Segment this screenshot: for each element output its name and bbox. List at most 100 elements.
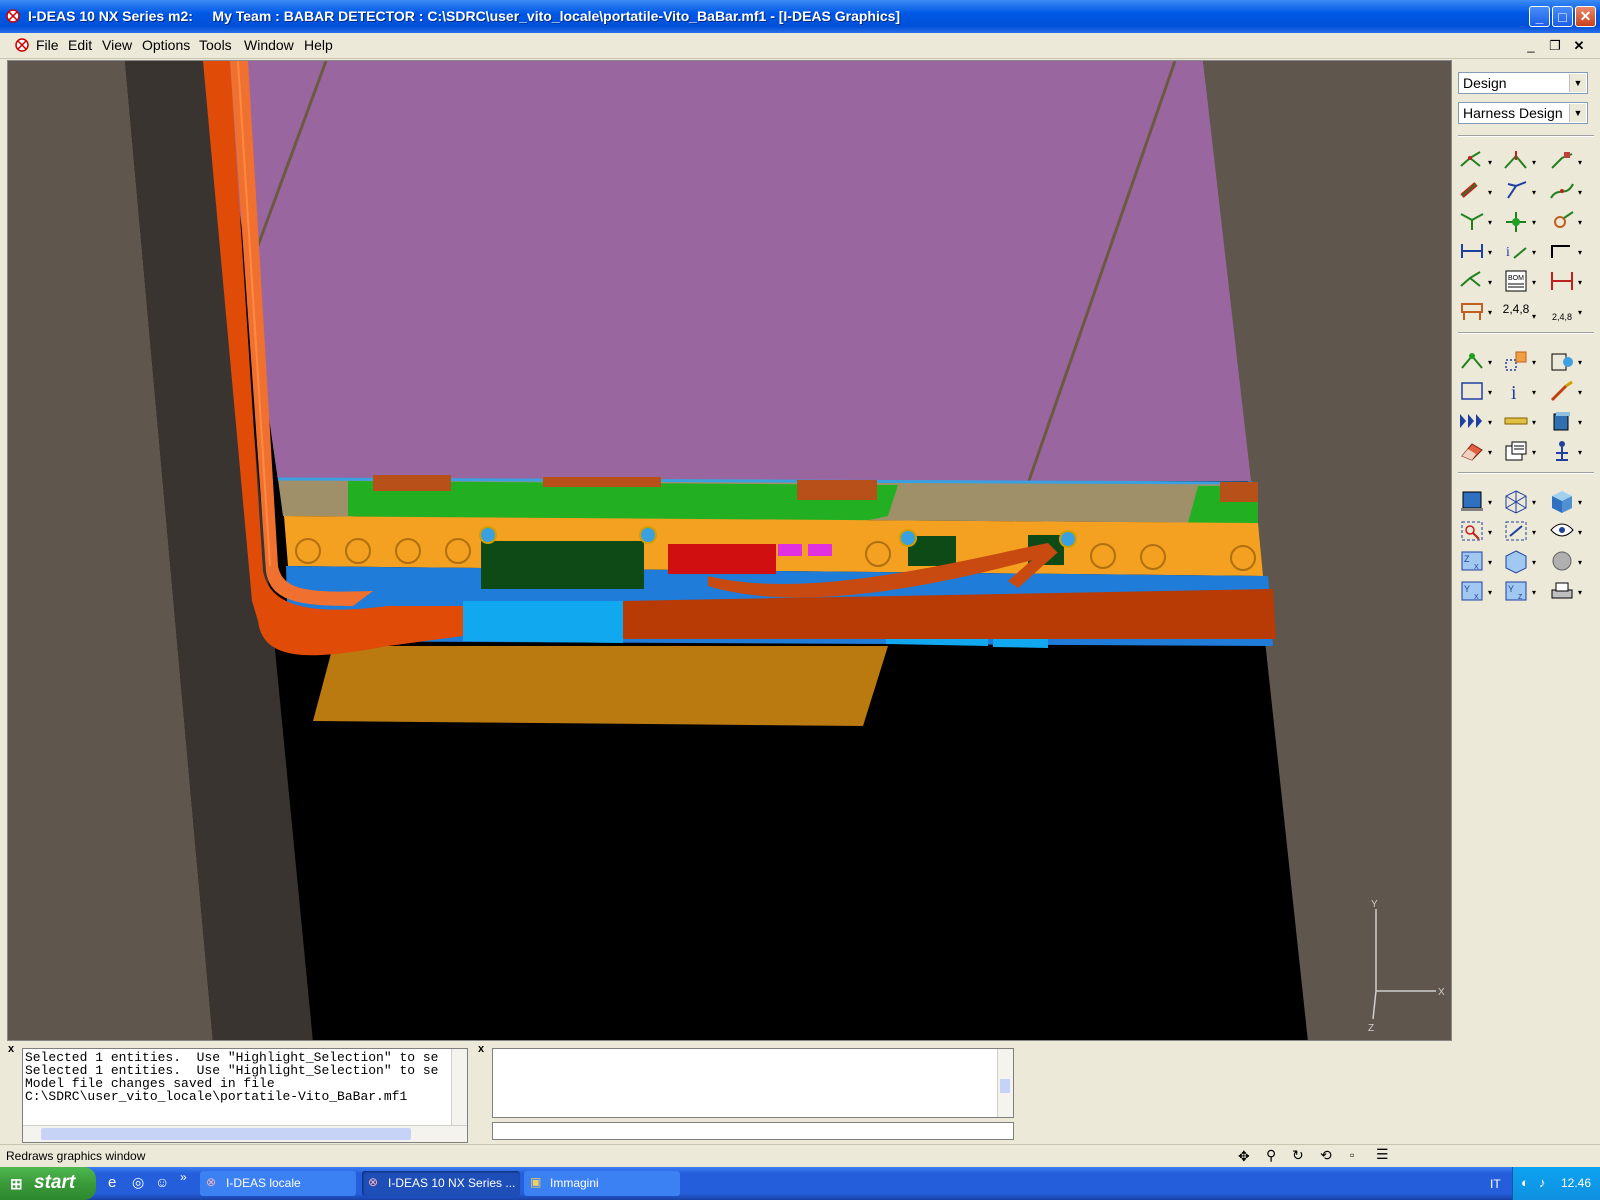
listing-close-icon[interactable]: x [8,1043,14,1055]
shaded-cube-icon[interactable] [1548,488,1576,514]
route-check-icon[interactable] [1458,268,1486,294]
view-yz-icon[interactable]: YZ [1502,578,1530,604]
ideas-app-icon[interactable] [6,9,20,23]
numbering-a-label[interactable]: 2,4,8 [1502,302,1530,328]
tool-caret-icon[interactable]: ▾ [1488,558,1496,567]
mdi-close-button[interactable]: ✕ [1570,38,1588,54]
chevron-down-icon[interactable]: ▼ [1569,74,1586,92]
orbit-icon[interactable]: ⟲ [1320,1147,1332,1164]
ie-icon[interactable]: e [108,1174,116,1191]
bom-icon[interactable]: BOM [1502,268,1530,294]
properties-icon[interactable] [1502,438,1530,464]
points-icon[interactable] [1458,348,1486,374]
scroll-thumb[interactable] [1000,1079,1010,1093]
volume-icon[interactable]: ♪ [1539,1175,1546,1190]
tool-caret-icon[interactable]: ▾ [1532,248,1540,257]
menu-view[interactable]: View [102,37,132,53]
chevron-down-icon[interactable]: ▼ [1569,104,1586,122]
tool-caret-icon[interactable]: ▾ [1488,528,1496,537]
application-dropdown[interactable]: Design ▼ [1458,72,1588,94]
scroll-thumb[interactable] [41,1128,411,1140]
tool-caret-icon[interactable]: ▾ [1532,358,1540,367]
tool-caret-icon[interactable]: ▾ [1488,418,1496,427]
tool-caret-icon[interactable]: ▾ [1578,278,1586,287]
eraser-icon[interactable] [1458,438,1486,464]
tool-caret-icon[interactable]: ▾ [1488,498,1496,507]
menu-file[interactable]: File [36,37,59,53]
tool-caret-icon[interactable]: ▾ [1488,188,1496,197]
isometric-view-icon[interactable] [1502,548,1530,574]
menu-edit[interactable]: Edit [68,37,92,53]
library-icon[interactable] [1548,408,1576,434]
tool-caret-icon[interactable]: ▾ [1578,498,1586,507]
tool-caret-icon[interactable]: ▾ [1532,498,1540,507]
measure-icon[interactable] [1502,408,1530,434]
tool-caret-icon[interactable]: ▾ [1488,358,1496,367]
tool-caret-icon[interactable]: ▾ [1532,448,1540,457]
hierarchy-icon[interactable] [1548,438,1576,464]
tool-caret-icon[interactable]: ▾ [1578,188,1586,197]
tool-caret-icon[interactable]: ▾ [1488,278,1496,287]
view-eye-icon[interactable] [1548,518,1576,544]
view-yx-icon[interactable]: YX [1458,578,1486,604]
zoom-all-icon[interactable] [1502,518,1530,544]
transform-icon[interactable] [1502,348,1530,374]
route-wire-icon[interactable] [1458,148,1486,174]
list-vertical-scrollbar[interactable] [451,1049,467,1125]
tool-caret-icon[interactable]: ▾ [1578,308,1586,317]
rotate-icon[interactable]: ↻ [1292,1147,1304,1164]
rectangle-icon[interactable] [1458,378,1486,404]
close-button[interactable]: ✕ [1575,6,1596,27]
clock[interactable]: 12.46 [1561,1176,1591,1190]
menu-tools[interactable]: Tools [199,37,232,53]
mdi-restore-button[interactable]: ❐ [1546,38,1564,54]
start-button[interactable]: ⊞ start [0,1167,96,1200]
tool-caret-icon[interactable]: ▾ [1578,388,1586,397]
shaded-display-icon[interactable] [1458,488,1486,514]
task-dropdown[interactable]: Harness Design ▼ [1458,102,1588,124]
length-dimension-icon[interactable] [1458,238,1486,264]
connector-icon[interactable] [1548,148,1576,174]
document-icon[interactable] [14,37,30,53]
menu-options[interactable]: Options [142,37,190,53]
tool-caret-icon[interactable]: ▾ [1488,388,1496,397]
tool-caret-icon[interactable]: ▾ [1488,588,1496,597]
tool-caret-icon[interactable]: ▾ [1532,388,1540,397]
command-input[interactable] [492,1122,1014,1140]
tool-caret-icon[interactable]: ▾ [1532,312,1540,321]
taskbar-item-ideas-locale[interactable]: ⊗ I-DEAS locale [200,1171,356,1196]
language-indicator[interactable]: IT [1490,1177,1501,1191]
tool-caret-icon[interactable]: ▾ [1488,448,1496,457]
tool-caret-icon[interactable]: ▾ [1532,278,1540,287]
harness-icon[interactable] [1458,178,1486,204]
mdi-minimize-button[interactable]: _ [1522,38,1540,54]
taskbar-item-ideas-nx[interactable]: ⊗ I-DEAS 10 NX Series ... [362,1171,520,1196]
minimize-button[interactable]: _ [1529,6,1550,27]
info-wire-icon[interactable]: i [1502,238,1530,264]
paint-brush-icon[interactable] [1548,378,1576,404]
tool-caret-icon[interactable]: ▾ [1578,448,1586,457]
media-icon[interactable]: ◎ [132,1174,144,1191]
messenger-icon[interactable]: ☺ [155,1174,169,1190]
wireframe-cube-icon[interactable] [1502,488,1530,514]
tool-caret-icon[interactable]: ▾ [1532,158,1540,167]
tool-caret-icon[interactable]: ▾ [1578,418,1586,427]
info-icon[interactable]: i [1502,378,1530,404]
prompt-scrollbar[interactable] [997,1049,1013,1117]
fast-forward-icon[interactable] [1458,408,1486,434]
tool-caret-icon[interactable]: ▾ [1488,158,1496,167]
list-horizontal-scrollbar[interactable] [23,1125,467,1142]
tool-caret-icon[interactable]: ▾ [1488,308,1496,317]
zoom-icon[interactable]: ⚲ [1266,1147,1276,1164]
tool-caret-icon[interactable]: ▾ [1578,558,1586,567]
window-icon[interactable]: ▫ [1350,1148,1354,1162]
graphics-viewport[interactable]: Y X Z [7,60,1452,1041]
prompt-close-icon[interactable]: x [478,1043,484,1055]
splice-icon[interactable] [1502,208,1530,234]
appearance-icon[interactable] [1548,348,1576,374]
path-icon[interactable] [1548,238,1576,264]
tool-caret-icon[interactable]: ▾ [1532,188,1540,197]
layout-board-icon[interactable] [1458,298,1486,324]
tool-caret-icon[interactable]: ▾ [1578,588,1586,597]
hidden-line-icon[interactable] [1548,548,1576,574]
